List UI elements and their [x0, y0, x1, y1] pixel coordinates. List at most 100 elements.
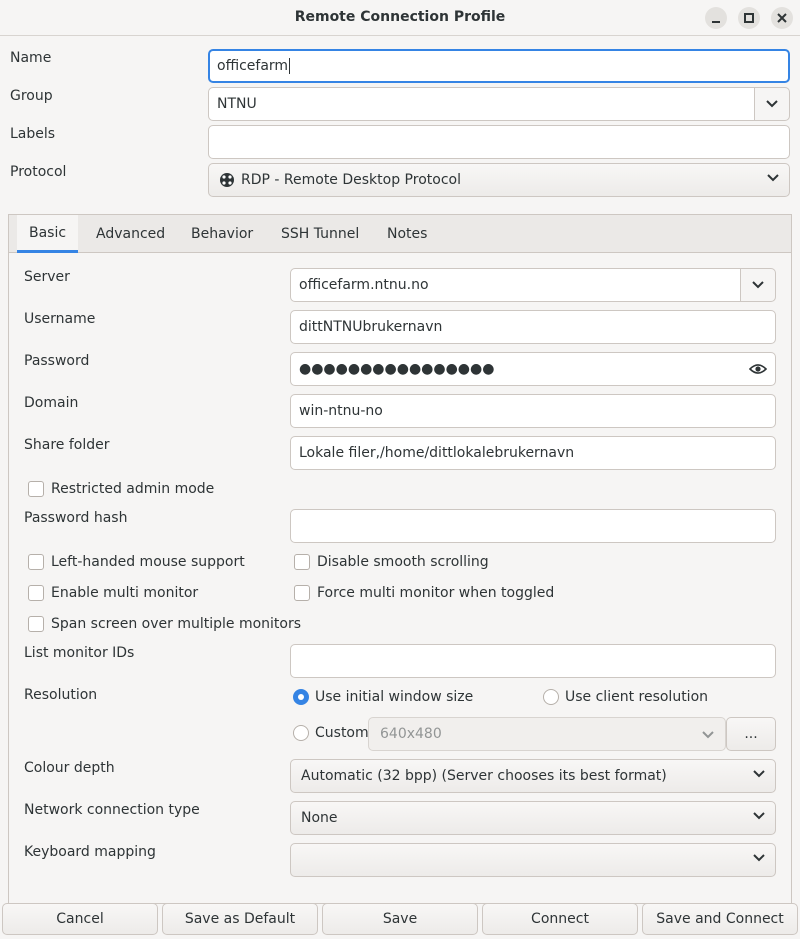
minimize-icon[interactable]: [705, 7, 727, 29]
server-label: Server: [24, 269, 70, 285]
checkbox-box[interactable]: [28, 554, 44, 570]
protocol-label: Protocol: [10, 164, 67, 180]
radio-dot[interactable]: [293, 725, 309, 741]
tab-notes[interactable]: Notes: [387, 215, 427, 253]
force-multi-label: Force multi monitor when toggled: [317, 585, 555, 601]
eye-icon[interactable]: [749, 362, 767, 376]
password-label: Password: [24, 353, 90, 369]
colour-depth-label: Colour depth: [24, 760, 115, 776]
tab-bar: Basic Advanced Behavior SSH Tunnel Notes: [9, 215, 791, 253]
password-input[interactable]: ●●●●●●●●●●●●●●●●: [290, 352, 776, 386]
username-label: Username: [24, 311, 96, 327]
maximize-icon[interactable]: [738, 7, 760, 29]
save-and-connect-label: Save and Connect: [656, 911, 784, 927]
domain-input[interactable]: win-ntnu-no: [290, 394, 776, 428]
window-title: Remote Connection Profile: [294, 9, 506, 25]
password-hash-input[interactable]: [290, 509, 776, 543]
resolution-label: Resolution: [24, 687, 98, 703]
multi-monitor-label: Enable multi monitor: [51, 585, 199, 601]
group-label: Group: [10, 88, 53, 104]
tab-advanced[interactable]: Advanced: [96, 215, 165, 253]
chevron-down-icon: [767, 174, 779, 182]
custom-resolution-more-button[interactable]: ...: [726, 717, 776, 751]
colour-depth-value: Automatic (32 bpp) (Server chooses its b…: [301, 768, 667, 784]
share-folder-input[interactable]: Lokale filer,/home/dittlokalebrukernavn: [290, 436, 776, 470]
left-handed-checkbox[interactable]: Left-handed mouse support: [28, 554, 245, 570]
protocol-value: RDP - Remote Desktop Protocol: [241, 172, 461, 188]
chevron-down-icon: [702, 731, 714, 739]
share-folder-label: Share folder: [24, 437, 110, 453]
radio-dot[interactable]: [543, 689, 559, 705]
protocol-dropdown[interactable]: RDP - Remote Desktop Protocol: [208, 163, 790, 197]
name-value: officefarm: [217, 58, 289, 74]
group-input[interactable]: NTNU: [208, 87, 756, 121]
keyboard-mapping-dropdown[interactable]: [290, 843, 776, 877]
left-handed-label: Left-handed mouse support: [51, 554, 245, 570]
span-screen-label: Span screen over multiple monitors: [51, 616, 302, 632]
chevron-down-icon: [753, 812, 765, 820]
checkbox-box[interactable]: [28, 616, 44, 632]
more-button-label: ...: [744, 726, 758, 742]
disable-smooth-label: Disable smooth scrolling: [317, 554, 489, 570]
window-titlebar[interactable]: Remote Connection Profile: [0, 0, 800, 36]
save-as-default-label: Save as Default: [184, 911, 296, 927]
custom-resolution-combo: 640x480: [368, 717, 726, 751]
tab-basic[interactable]: Basic: [17, 215, 79, 253]
chevron-down-icon: [752, 281, 764, 289]
password-hash-label: Password hash: [24, 510, 128, 526]
server-value: officefarm.ntnu.no: [299, 277, 429, 293]
res-initial-label: Use initial window size: [315, 689, 474, 705]
network-type-dropdown[interactable]: None: [290, 801, 776, 835]
checkbox-box[interactable]: [28, 481, 44, 497]
disable-smooth-scrolling-checkbox[interactable]: Disable smooth scrolling: [294, 554, 489, 570]
server-input[interactable]: officefarm.ntnu.no: [290, 268, 742, 302]
save-button[interactable]: Save: [322, 903, 478, 935]
cancel-label: Cancel: [56, 911, 104, 927]
server-dropdown-button[interactable]: [740, 268, 776, 302]
save-and-connect-button[interactable]: Save and Connect: [642, 903, 798, 935]
text-caret: [289, 58, 291, 74]
monitor-ids-input[interactable]: [290, 644, 776, 678]
keyboard-mapping-label: Keyboard mapping: [24, 844, 156, 860]
name-label: Name: [10, 50, 52, 66]
radio-dot[interactable]: [293, 689, 309, 705]
res-custom-value: 640x480: [380, 726, 442, 742]
name-input[interactable]: officefarm: [208, 49, 790, 83]
close-icon[interactable]: [771, 7, 793, 29]
rdp-protocol-icon: [220, 173, 234, 187]
network-type-label: Network connection type: [24, 802, 200, 818]
span-screen-checkbox[interactable]: Span screen over multiple monitors: [28, 616, 301, 632]
chevron-down-icon: [753, 854, 765, 862]
domain-label: Domain: [24, 395, 79, 411]
restricted-admin-checkbox[interactable]: Restricted admin mode: [28, 481, 214, 497]
colour-depth-dropdown[interactable]: Automatic (32 bpp) (Server chooses its b…: [290, 759, 776, 793]
resolution-custom-radio[interactable]: Custom: [293, 725, 369, 741]
tab-behavior[interactable]: Behavior: [191, 215, 253, 253]
group-value: NTNU: [217, 96, 257, 112]
checkbox-box[interactable]: [28, 585, 44, 601]
enable-multi-monitor-checkbox[interactable]: Enable multi monitor: [28, 585, 198, 601]
checkbox-box[interactable]: [294, 554, 310, 570]
resolution-client-radio[interactable]: Use client resolution: [543, 689, 708, 705]
resolution-initial-radio[interactable]: Use initial window size: [293, 689, 473, 705]
tab-ssh-tunnel[interactable]: SSH Tunnel: [281, 215, 359, 253]
checkbox-box[interactable]: [294, 585, 310, 601]
restricted-admin-label: Restricted admin mode: [51, 481, 215, 497]
res-custom-label: Custom: [315, 725, 369, 741]
connect-button[interactable]: Connect: [482, 903, 638, 935]
chevron-down-icon: [753, 770, 765, 778]
network-type-value: None: [301, 810, 338, 826]
save-label: Save: [382, 911, 418, 927]
cancel-button[interactable]: Cancel: [2, 903, 158, 935]
connect-label: Connect: [531, 911, 589, 927]
res-client-label: Use client resolution: [565, 689, 709, 705]
username-input[interactable]: dittNTNUbrukernavn: [290, 310, 776, 344]
save-as-default-button[interactable]: Save as Default: [162, 903, 318, 935]
labels-label: Labels: [10, 126, 56, 142]
password-masked: ●●●●●●●●●●●●●●●●: [299, 361, 495, 377]
group-dropdown-button[interactable]: [754, 87, 790, 121]
force-multi-monitor-checkbox[interactable]: Force multi monitor when toggled: [294, 585, 554, 601]
monitor-ids-label: List monitor IDs: [24, 645, 135, 661]
labels-input[interactable]: [208, 125, 790, 159]
username-value: dittNTNUbrukernavn: [299, 319, 443, 335]
